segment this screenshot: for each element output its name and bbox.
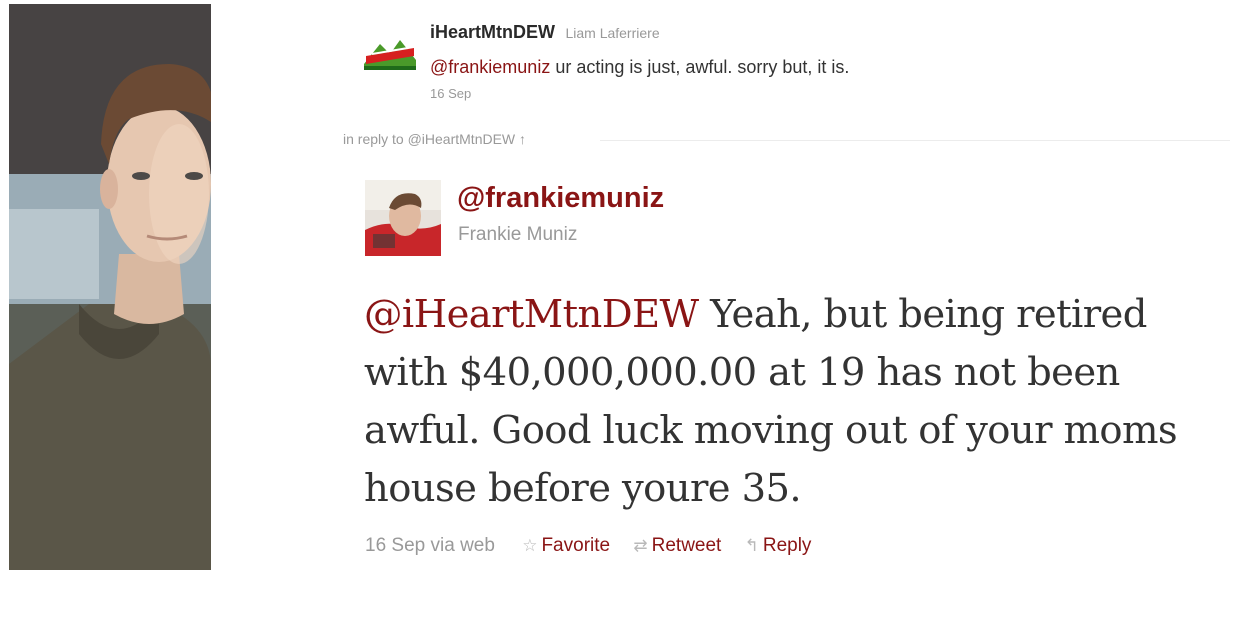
retweet-icon: ⇄ [633,536,648,555]
tweet-timestamp[interactable]: 16 Sep via web [365,535,495,556]
main-handle[interactable]: @frankiemuniz [457,182,664,215]
original-mention-link[interactable]: @frankiemuniz [430,57,550,77]
main-tweet-text: @iHeartMtnDEW Yeah, but being retired wi… [364,286,1214,518]
reply-button[interactable]: Reply [763,535,812,556]
mountain-dew-logo-avatar[interactable] [362,34,418,72]
frankie-avatar[interactable] [365,180,441,256]
main-display-name: Frankie Muniz [458,224,578,245]
main-mention-link[interactable]: @iHeartMtnDEW [364,292,699,337]
original-tweet: iHeartMtnDEW Liam Laferriere @frankiemun… [362,18,1122,108]
reply-icon: ↰ [744,536,759,555]
in-reply-to-link[interactable]: in reply to @iHeartMtnDEW ↑ [343,131,526,147]
original-real-name: Liam Laferriere [565,25,660,41]
original-tweet-date[interactable]: 16 Sep [430,86,471,101]
star-icon: ☆ [522,536,538,555]
retweet-button[interactable]: Retweet [652,535,722,556]
tweet-meta-bar: 16 Sep via web ☆ Favorite ⇄ Retweet ↰ Reply [365,535,811,557]
original-tweet-text: @frankiemuniz ur acting is just, awful. … [430,57,849,78]
original-screen-name[interactable]: iHeartMtnDEW [430,22,555,42]
divider [600,140,1230,141]
favorite-button[interactable]: Favorite [541,535,610,556]
portrait-photo [9,4,211,570]
original-text-body: ur acting is just, awful. sorry but, it … [550,57,850,77]
